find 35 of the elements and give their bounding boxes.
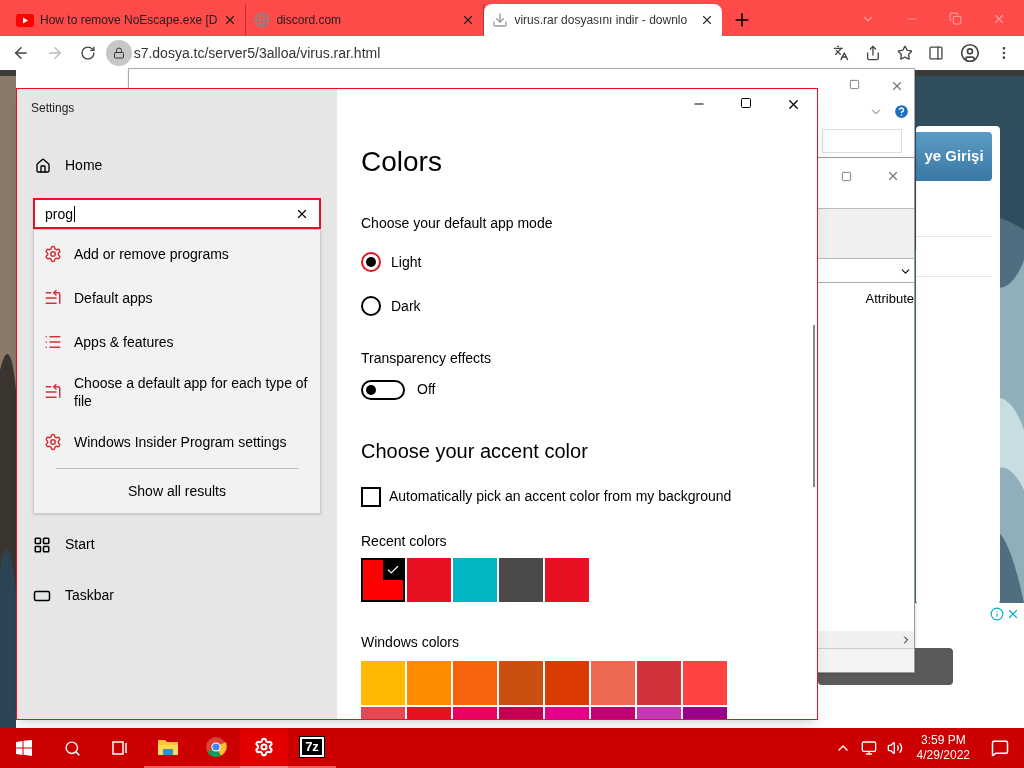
tab-title: How to remove NoEscape.exe [D xyxy=(40,12,218,29)
section-label: Choose your default app mode xyxy=(361,214,554,233)
taskbar-app[interactable]: 7z xyxy=(288,728,336,768)
nav-item[interactable]: Taskbar xyxy=(33,585,337,606)
section-label: Windows colors xyxy=(361,633,461,652)
browser-tab[interactable]: virus.rar dosyasını indir - downlo xyxy=(484,4,723,36)
search-value: prog xyxy=(45,205,76,222)
search-result[interactable]: Default apps xyxy=(34,276,320,320)
home-item[interactable]: Home xyxy=(35,155,337,176)
tab-title: virus.rar dosyasını indir - downlo xyxy=(514,12,689,29)
time-text: 3:59 PM xyxy=(920,733,966,748)
clock[interactable]: 3:59 PM 4/29/2022 xyxy=(910,733,976,763)
login-button[interactable]: ye Girişi xyxy=(916,132,992,181)
tab-title: discord.com xyxy=(276,12,343,29)
section-label: Recent colors xyxy=(361,532,448,551)
page-title: Colors xyxy=(361,145,443,179)
address-field[interactable]: s7.dosya.tc/server5/3alloa/virus.rar.html xyxy=(105,40,801,66)
search-result[interactable]: Choose a default app for each type of file xyxy=(34,364,320,420)
window-title: Settings xyxy=(31,100,76,117)
checkbox-option[interactable]: Automatically pick an accent color from my background xyxy=(361,486,817,507)
search-result[interactable]: Add or remove programs xyxy=(34,232,320,276)
search-result[interactable]: Windows Insider Program settings xyxy=(34,420,320,464)
nav-item[interactable]: Start xyxy=(33,534,337,555)
section-label: Transparency effects xyxy=(361,349,492,368)
search-result[interactable]: Apps & features xyxy=(34,320,320,364)
toggle-state: Off xyxy=(417,380,436,399)
show-all-button[interactable]: Show all results xyxy=(34,469,320,513)
search-field[interactable]: prog xyxy=(33,198,321,229)
url-text: s7.dosya.tc/server5/3alloa/virus.rar.html xyxy=(133,43,381,63)
section-heading: Choose your accent color xyxy=(361,439,589,464)
date-text: 4/29/2022 xyxy=(916,748,970,763)
column-header[interactable]: Attribute xyxy=(865,289,914,631)
archiver-logo: 7z xyxy=(300,737,324,757)
radio-option[interactable]: Dark xyxy=(361,290,817,322)
radio-option[interactable]: Light xyxy=(361,246,817,278)
